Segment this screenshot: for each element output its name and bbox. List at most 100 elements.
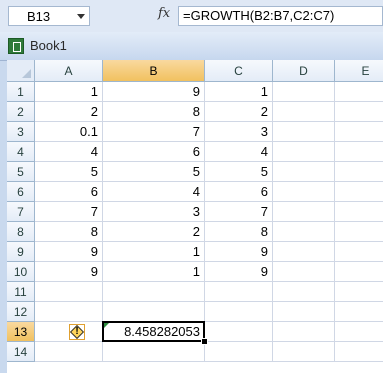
- cell-c14[interactable]: [205, 342, 273, 362]
- cell-e7[interactable]: [335, 202, 383, 222]
- cell-b11[interactable]: [103, 282, 205, 302]
- cell-b1[interactable]: 9: [103, 82, 205, 102]
- cell-b2[interactable]: 8: [103, 102, 205, 122]
- cell-c10[interactable]: 9: [205, 262, 273, 282]
- cell-d3[interactable]: [273, 122, 335, 142]
- cell-c2[interactable]: 2: [205, 102, 273, 122]
- row-header-6[interactable]: 6: [7, 182, 35, 202]
- spreadsheet-grid[interactable]: A B C D E 1 1 9 1 2 2 8 2 3 0.1 7 3 4 4 6 4 5 5 5 5 6 6 4 6 7 7 3 7 8 8 2 8 9…: [7, 60, 383, 373]
- cell-a1[interactable]: 1: [35, 82, 103, 102]
- column-header-d[interactable]: D: [273, 60, 335, 82]
- cell-b12[interactable]: [103, 302, 205, 322]
- cell-d12[interactable]: [273, 302, 335, 322]
- cell-b8[interactable]: 2: [103, 222, 205, 242]
- cell-d7[interactable]: [273, 202, 335, 222]
- row-header-9[interactable]: 9: [7, 242, 35, 262]
- cell-d2[interactable]: [273, 102, 335, 122]
- cell-c3[interactable]: 3: [205, 122, 273, 142]
- row-header-2[interactable]: 2: [7, 102, 35, 122]
- cell-e2[interactable]: [335, 102, 383, 122]
- formula-input[interactable]: =GROWTH(B2:B7,C2:C7): [178, 6, 383, 26]
- row-header-4[interactable]: 4: [7, 142, 35, 162]
- column-header-c[interactable]: C: [205, 60, 273, 82]
- cell-e5[interactable]: [335, 162, 383, 182]
- cell-e8[interactable]: [335, 222, 383, 242]
- cell-e9[interactable]: [335, 242, 383, 262]
- cell-d9[interactable]: [273, 242, 335, 262]
- cell-c7[interactable]: 7: [205, 202, 273, 222]
- cell-b14[interactable]: [103, 342, 205, 362]
- cell-c8[interactable]: 8: [205, 222, 273, 242]
- chevron-down-icon[interactable]: [77, 14, 85, 19]
- cell-a5[interactable]: 5: [35, 162, 103, 182]
- cell-b5[interactable]: 5: [103, 162, 205, 182]
- column-header-b[interactable]: B: [103, 60, 205, 82]
- cell-b9[interactable]: 1: [103, 242, 205, 262]
- cell-e10[interactable]: [335, 262, 383, 282]
- workbook-titlebar: Book1: [0, 32, 383, 61]
- cell-a8[interactable]: 8: [35, 222, 103, 242]
- cell-d10[interactable]: [273, 262, 335, 282]
- formula-bar: B13 fx =GROWTH(B2:B7,C2:C7): [0, 0, 383, 33]
- cell-d13[interactable]: [273, 322, 335, 342]
- cell-a3[interactable]: 0.1: [35, 122, 103, 142]
- cell-e3[interactable]: [335, 122, 383, 142]
- row-header-1[interactable]: 1: [7, 82, 35, 102]
- cell-d1[interactable]: [273, 82, 335, 102]
- row-header-5[interactable]: 5: [7, 162, 35, 182]
- cell-b10[interactable]: 1: [103, 262, 205, 282]
- cell-c13[interactable]: [205, 322, 273, 342]
- cell-e6[interactable]: [335, 182, 383, 202]
- row-header-8[interactable]: 8: [7, 222, 35, 242]
- row-header-3[interactable]: 3: [7, 122, 35, 142]
- column-header-a[interactable]: A: [35, 60, 103, 82]
- name-box-value: B13: [27, 9, 51, 24]
- cell-c6[interactable]: 6: [205, 182, 273, 202]
- cell-c1[interactable]: 1: [205, 82, 273, 102]
- cell-a6[interactable]: 6: [35, 182, 103, 202]
- function-icon[interactable]: fx: [158, 6, 170, 21]
- row-header-11[interactable]: 11: [7, 282, 35, 302]
- select-all-button[interactable]: [7, 60, 35, 82]
- cell-e13[interactable]: [335, 322, 383, 342]
- cell-c4[interactable]: 4: [205, 142, 273, 162]
- row-header-12[interactable]: 12: [7, 302, 35, 322]
- cell-b3[interactable]: 7: [103, 122, 205, 142]
- cell-a7[interactable]: 7: [35, 202, 103, 222]
- name-box[interactable]: B13: [8, 6, 90, 26]
- cell-a12[interactable]: [35, 302, 103, 322]
- row-header-13[interactable]: 13: [7, 322, 35, 342]
- cell-e1[interactable]: [335, 82, 383, 102]
- row-header-7[interactable]: 7: [7, 202, 35, 222]
- warning-icon[interactable]: !: [69, 324, 85, 340]
- cell-a11[interactable]: [35, 282, 103, 302]
- cell-b6[interactable]: 4: [103, 182, 205, 202]
- cell-e14[interactable]: [335, 342, 383, 362]
- column-header-e[interactable]: E: [335, 60, 383, 82]
- cell-c5[interactable]: 5: [205, 162, 273, 182]
- cell-b4[interactable]: 6: [103, 142, 205, 162]
- cell-a4[interactable]: 4: [35, 142, 103, 162]
- cell-d5[interactable]: [273, 162, 335, 182]
- cell-c9[interactable]: 9: [205, 242, 273, 262]
- cell-e12[interactable]: [335, 302, 383, 322]
- cell-d8[interactable]: [273, 222, 335, 242]
- cell-e11[interactable]: [335, 282, 383, 302]
- cell-a9[interactable]: 9: [35, 242, 103, 262]
- cell-a14[interactable]: [35, 342, 103, 362]
- cell-d14[interactable]: [273, 342, 335, 362]
- cell-c12[interactable]: [205, 302, 273, 322]
- cell-d4[interactable]: [273, 142, 335, 162]
- cell-d11[interactable]: [273, 282, 335, 302]
- cell-d6[interactable]: [273, 182, 335, 202]
- cell-a10[interactable]: 9: [35, 262, 103, 282]
- cell-b7[interactable]: 3: [103, 202, 205, 222]
- fill-handle[interactable]: [201, 338, 208, 345]
- row-header-14[interactable]: 14: [7, 342, 35, 362]
- cell-c11[interactable]: [205, 282, 273, 302]
- excel-icon: [8, 38, 24, 54]
- cell-e4[interactable]: [335, 142, 383, 162]
- row-header-10[interactable]: 10: [7, 262, 35, 282]
- cell-a2[interactable]: 2: [35, 102, 103, 122]
- error-triangle-icon: [104, 323, 109, 328]
